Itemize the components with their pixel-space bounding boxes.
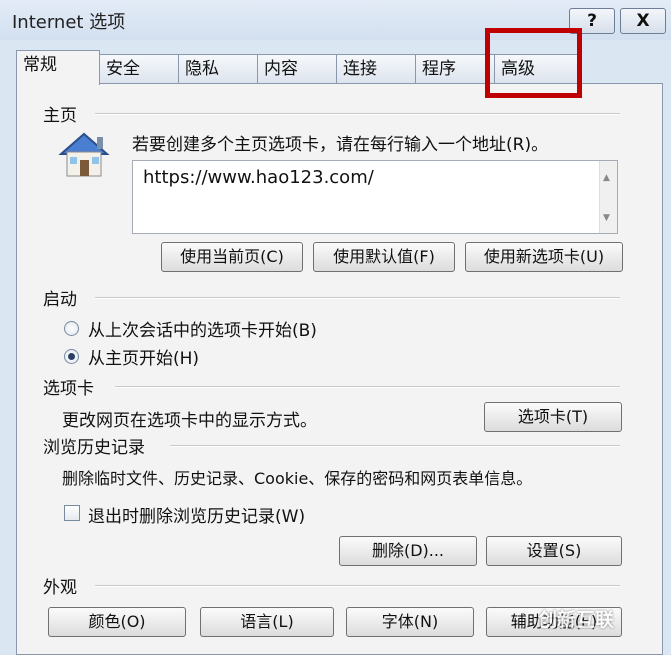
radio-last-session[interactable] — [64, 321, 79, 336]
colors-button[interactable]: 颜色(O) — [48, 607, 186, 637]
radio-home-page-label: 从主页开始(H) — [88, 349, 200, 369]
divider — [95, 113, 620, 115]
use-default-button[interactable]: 使用默认值(F) — [313, 242, 455, 272]
delete-on-exit-checkbox[interactable] — [64, 505, 80, 521]
tab-connections[interactable]: 连接 — [336, 54, 416, 83]
close-button[interactable]: X — [620, 8, 666, 34]
history-desc: 删除临时文件、历史记录、Cookie、保存的密码和网页表单信息。 — [62, 469, 533, 488]
appearance-section-title: 外观 — [43, 578, 77, 598]
tab-programs[interactable]: 程序 — [415, 54, 495, 83]
home-icon — [58, 132, 110, 177]
scroll-down-icon[interactable]: ▼ — [603, 213, 610, 223]
home-url-textarea[interactable]: https://www.hao123.com/ ▲ ▼ — [132, 160, 618, 234]
divider — [95, 585, 620, 587]
home-section-title: 主页 — [43, 106, 77, 126]
scroll-up-icon[interactable]: ▲ — [603, 173, 610, 183]
divider — [170, 445, 620, 447]
radio-home-page[interactable] — [64, 349, 79, 364]
tabs-settings-button[interactable]: 选项卡(T) — [484, 402, 622, 432]
divider — [115, 386, 620, 388]
highlight-box — [485, 28, 582, 98]
tabs-section-title: 选项卡 — [43, 379, 94, 399]
home-url-value: https://www.hao123.com/ — [143, 167, 374, 188]
tab-content[interactable]: 内容 — [257, 54, 337, 83]
delete-on-exit-label: 退出时删除浏览历史记录(W) — [88, 507, 306, 527]
tabs-desc: 更改网页在选项卡中的显示方式。 — [62, 411, 317, 431]
use-new-tab-button[interactable]: 使用新选项卡(U) — [465, 242, 623, 272]
window-title: Internet 选项 — [12, 12, 126, 33]
delete-history-button[interactable]: 删除(D)... — [339, 536, 477, 566]
divider — [95, 297, 620, 299]
use-current-button[interactable]: 使用当前页(C) — [161, 242, 303, 272]
history-settings-button[interactable]: 设置(S) — [486, 536, 622, 566]
languages-button[interactable]: 语言(L) — [200, 607, 334, 637]
fonts-button[interactable]: 字体(N) — [346, 607, 474, 637]
radio-last-session-label: 从上次会话中的选项卡开始(B) — [88, 321, 317, 341]
watermark: 创新互联 — [538, 609, 615, 631]
textarea-scrollbar[interactable]: ▲ ▼ — [599, 161, 617, 233]
tab-privacy[interactable]: 隐私 — [178, 54, 258, 83]
home-instruction: 若要创建多个主页选项卡，请在每行输入一个地址(R)。 — [132, 135, 549, 155]
history-section-title: 浏览历史记录 — [43, 438, 145, 458]
tab-security[interactable]: 安全 — [99, 54, 179, 83]
tab-general[interactable]: 常规 — [16, 50, 100, 85]
startup-section-title: 启动 — [43, 290, 77, 310]
